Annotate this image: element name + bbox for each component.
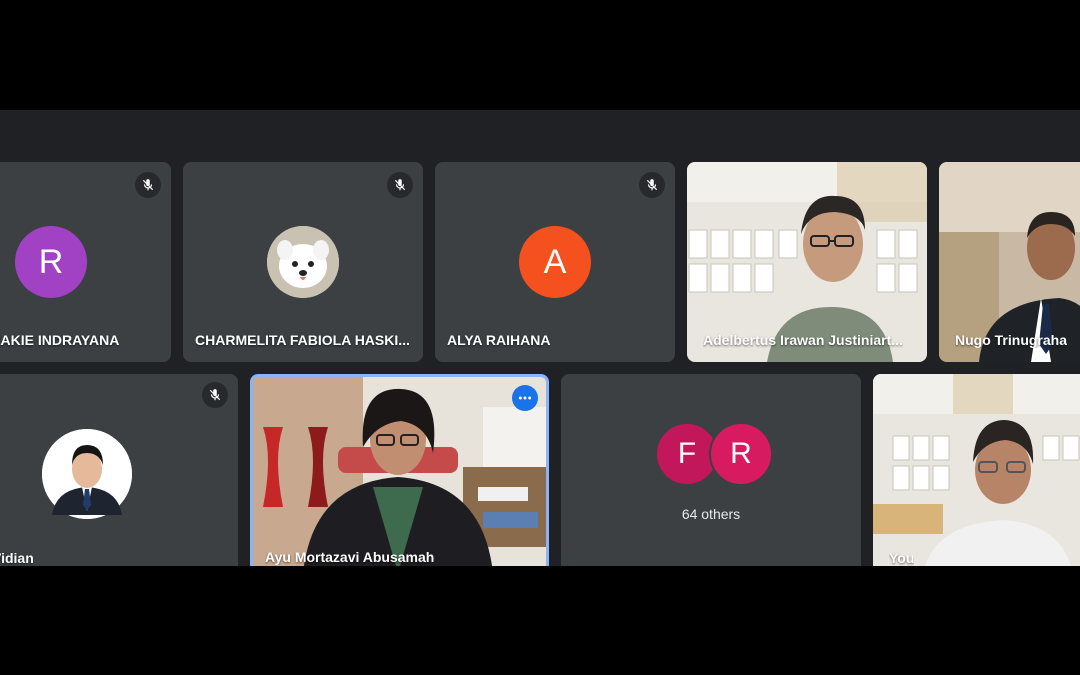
participant-name: Ayu Mortazavi Abusamah <box>265 549 435 565</box>
mic-off-icon <box>202 382 228 408</box>
avatar-photo <box>42 429 132 519</box>
participant-tile[interactable]: Vidian <box>0 374 238 566</box>
self-video-tile[interactable]: You <box>873 374 1080 566</box>
active-speaker-tile[interactable]: Ayu Mortazavi Abusamah <box>250 374 549 566</box>
mic-off-icon <box>387 172 413 198</box>
participant-tile[interactable]: R ZAKIE INDRAYANA <box>0 162 171 362</box>
participant-tile[interactable]: A ALYA RAIHANA <box>435 162 675 362</box>
participant-name: CHARMELITA FABIOLA HASKI... <box>195 332 410 348</box>
participant-tile[interactable]: CHARMELITA FABIOLA HASKI... <box>183 162 423 362</box>
participant-name: ZAKIE INDRAYANA <box>0 332 120 348</box>
others-tile[interactable]: F R 64 others <box>561 374 861 566</box>
more-options-icon[interactable] <box>512 385 538 411</box>
meeting-grid: R ZAKIE INDRAYANA CHARMELITA FABIOLA HAS… <box>0 110 1080 566</box>
participant-video-tile[interactable]: Nugo Trinugraha <box>939 162 1080 362</box>
participant-name: ALYA RAIHANA <box>447 332 551 348</box>
others-count-label: 64 others <box>681 506 741 522</box>
avatar-initial: R <box>730 437 752 470</box>
avatar-initial: R <box>38 242 64 281</box>
participant-name: Adelbertus Irawan Justiniart... <box>703 332 903 348</box>
avatar-initial: F <box>677 437 697 470</box>
participant-name: Nugo Trinugraha <box>955 332 1067 348</box>
avatar-photo <box>267 226 339 298</box>
avatar-initial: A <box>543 242 567 281</box>
video-feed <box>253 377 546 566</box>
participant-name: You <box>889 550 915 566</box>
participant-name: Vidian <box>0 550 34 566</box>
mic-off-icon <box>639 172 665 198</box>
mic-off-icon <box>135 172 161 198</box>
avatar: A <box>519 226 591 298</box>
avatar: R <box>709 422 773 486</box>
video-feed <box>873 374 1080 566</box>
participant-video-tile[interactable]: Adelbertus Irawan Justiniart... <box>687 162 927 362</box>
avatar: R <box>15 226 87 298</box>
